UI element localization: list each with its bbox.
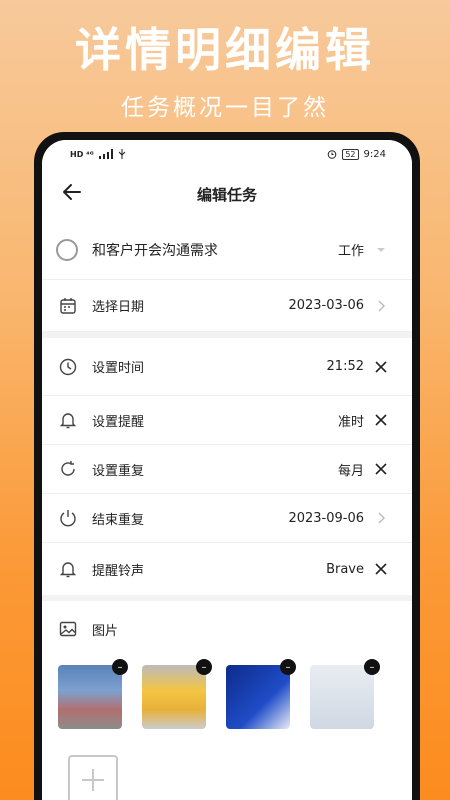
clear-repeat-icon[interactable] — [374, 462, 388, 476]
clear-reminder-icon[interactable] — [374, 413, 388, 427]
chevron-right-icon[interactable] — [374, 511, 388, 525]
clear-time-icon[interactable] — [374, 360, 388, 374]
reminder-label: 设置提醒 — [92, 414, 145, 430]
reminder-value[interactable]: 准时 — [338, 411, 364, 430]
photo-thumbnail[interactable]: – — [226, 659, 296, 729]
thumbnail-list: – – – – — [58, 659, 396, 729]
phone-frame: HD ⁴ᴳ 52 9:24 编辑任务 和客户开会沟通需求 工作 选择日期 202… — [34, 132, 420, 800]
signal-icon — [98, 149, 113, 159]
date-label: 选择日期 — [92, 300, 145, 315]
pictures-section: 图片 – – – – — [42, 601, 412, 800]
end-repeat-value[interactable]: 2023-09-06 — [288, 511, 364, 526]
network-indicator: HD ⁴ᴳ — [70, 149, 94, 159]
photo-thumbnail[interactable]: – — [310, 659, 380, 729]
chevron-right-icon[interactable] — [374, 299, 388, 313]
plus-icon — [82, 769, 104, 791]
time-value[interactable]: 21:52 — [327, 359, 364, 374]
promo-title: 详情明细编辑 — [75, 23, 375, 77]
calendar-icon — [60, 297, 76, 314]
time-label: 设置时间 — [92, 361, 145, 376]
image-icon — [59, 621, 77, 637]
photo-thumbnail[interactable]: – — [58, 659, 128, 729]
status-bar: HD ⁴ᴳ 52 9:24 — [42, 140, 412, 168]
delete-photo-button[interactable]: – — [364, 659, 380, 675]
photo-thumbnail[interactable]: – — [142, 659, 212, 729]
back-arrow-icon[interactable] — [60, 180, 84, 204]
clock-icon — [59, 358, 77, 375]
task-category[interactable]: 工作 — [338, 240, 364, 259]
app-screen: HD ⁴ᴳ 52 9:24 编辑任务 和客户开会沟通需求 工作 选择日期 202… — [42, 140, 412, 800]
clear-ringtone-icon[interactable] — [374, 562, 388, 576]
repeat-value[interactable]: 每月 — [338, 460, 364, 479]
repeat-row[interactable]: 设置重复 每月 — [42, 445, 412, 494]
delete-photo-button[interactable]: – — [112, 659, 128, 675]
date-row[interactable]: 选择日期 2023-03-06 — [42, 280, 412, 332]
page-title: 编辑任务 — [196, 185, 257, 204]
reminder-row[interactable]: 设置提醒 准时 — [42, 396, 412, 445]
pictures-header: 图片 — [58, 613, 396, 645]
bell-icon — [59, 562, 77, 578]
dropdown-triangle-icon[interactable] — [374, 243, 388, 257]
ringtone-value[interactable]: Brave — [326, 562, 364, 577]
bell-icon — [59, 413, 77, 429]
end-repeat-row[interactable]: 结束重复 2023-09-06 — [42, 494, 412, 543]
repeat-label: 设置重复 — [92, 463, 145, 479]
power-icon — [60, 510, 76, 527]
pictures-label: 图片 — [92, 623, 119, 639]
end-repeat-label: 结束重复 — [92, 512, 145, 528]
add-photo-button[interactable] — [68, 755, 118, 800]
time-row[interactable]: 设置时间 21:52 — [42, 338, 412, 396]
task-row[interactable]: 和客户开会沟通需求 工作 — [42, 220, 412, 280]
task-form: 和客户开会沟通需求 工作 选择日期 2023-03-06 — [42, 220, 412, 332]
ringtone-label: 提醒铃声 — [92, 563, 145, 579]
delete-photo-button[interactable]: – — [280, 659, 296, 675]
delete-photo-button[interactable]: – — [196, 659, 212, 675]
app-header: 编辑任务 — [42, 168, 412, 220]
promo-subtitle: 任务概况一目了然 — [121, 95, 329, 121]
status-time: 9:24 — [363, 148, 386, 160]
task-name[interactable]: 和客户开会沟通需求 — [92, 240, 338, 260]
repeat-icon — [61, 461, 75, 476]
battery-level: 52 — [342, 148, 359, 160]
settings-list: 设置时间 21:52 设置提醒 准时 设置重复 每月 结束重复 2023-09-… — [42, 338, 412, 595]
ringtone-row[interactable]: 提醒铃声 Brave — [42, 543, 412, 595]
complete-checkbox[interactable] — [56, 238, 78, 261]
date-value[interactable]: 2023-03-06 — [288, 298, 364, 313]
alarm-icon — [328, 150, 337, 159]
usb-icon — [118, 149, 126, 159]
